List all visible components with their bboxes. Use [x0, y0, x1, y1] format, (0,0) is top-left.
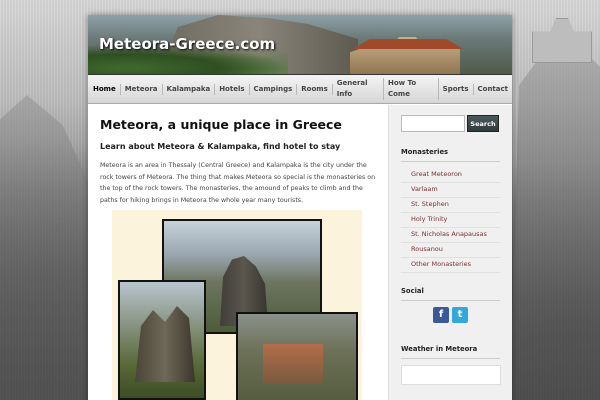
search-button[interactable]: Search	[467, 115, 499, 132]
monastery-link-st-stephen[interactable]: St. Stephen	[401, 198, 500, 213]
monastery-link-great-meteoron[interactable]: Great Meteoron	[401, 168, 500, 183]
post-title[interactable]: Meteora, a unique place in Greece	[100, 117, 376, 132]
social-widget-title: Social	[401, 287, 500, 301]
monastery-link-st-nicholas[interactable]: St. Nicholas Anapausas	[401, 228, 500, 243]
nav-rooms[interactable]: Rooms	[297, 83, 333, 95]
monasteries-widget-title: Monasteries	[401, 148, 500, 162]
monasteries-list: Great Meteoron Varlaam St. Stephen Holy …	[401, 168, 500, 273]
monastery-link-holy-trinity[interactable]: Holy Trinity	[401, 213, 500, 228]
photo-collage	[112, 210, 362, 400]
background-rock-right	[510, 30, 600, 400]
post-body: Meteora is an area in Thessaly (Central …	[100, 162, 376, 204]
header-monastery-roof	[353, 39, 463, 49]
monastery-link-varlaam[interactable]: Varlaam	[401, 183, 500, 198]
nav-home[interactable]: Home	[89, 83, 121, 95]
social-links: f t	[401, 307, 500, 323]
site-header: Meteora-Greece.com	[88, 15, 512, 75]
site-title[interactable]: Meteora-Greece.com	[99, 35, 275, 53]
post-subtitle: Learn about Meteora & Kalampaka, find ho…	[100, 142, 341, 151]
nav-hotels[interactable]: Hotels	[215, 83, 250, 95]
nav-general-info[interactable]: General Info	[333, 78, 384, 100]
photo-rock-towers[interactable]	[118, 280, 206, 400]
sidebar: Search Monasteries Great Meteoron Varlaa…	[388, 105, 512, 400]
weather-widget-title: Weather in Meteora	[401, 345, 500, 359]
nav-campings[interactable]: Campings	[250, 83, 298, 95]
photo-monastery[interactable]	[236, 312, 358, 400]
nav-sports[interactable]: Sports	[439, 83, 474, 95]
monastery-link-other[interactable]: Other Monasteries	[401, 258, 500, 273]
nav-how-to-come[interactable]: How To Come	[384, 78, 439, 100]
weather-widget	[401, 365, 501, 385]
monastery-link-rousanou[interactable]: Rousanou	[401, 243, 500, 258]
twitter-icon[interactable]: t	[452, 307, 468, 323]
nav-contact[interactable]: Contact	[474, 84, 513, 95]
nav-kalampaka[interactable]: Kalampaka	[163, 83, 216, 95]
nav-meteora[interactable]: Meteora	[121, 83, 163, 95]
search-form: Search	[401, 115, 500, 132]
facebook-icon[interactable]: f	[433, 307, 449, 323]
page-wrapper: Meteora-Greece.com Home Meteora Kalampak…	[88, 15, 512, 400]
main-nav: Home Meteora Kalampaka Hotels Campings R…	[88, 75, 512, 104]
search-input[interactable]	[401, 115, 465, 132]
